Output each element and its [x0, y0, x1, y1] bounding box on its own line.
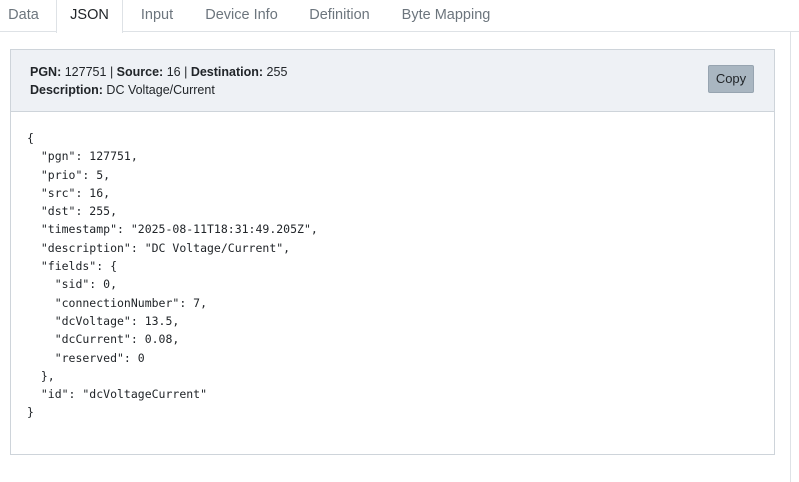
destination-value: 255: [266, 65, 288, 79]
description-label: Description:: [30, 83, 103, 97]
description-value: DC Voltage/Current: [106, 83, 215, 97]
source-label: Source:: [116, 65, 164, 79]
pgn-label: PGN:: [30, 65, 62, 79]
source-value: 16: [166, 65, 181, 79]
tab-device-info[interactable]: Device Info: [199, 0, 284, 32]
separator: |: [184, 65, 188, 79]
tab-input[interactable]: Input: [132, 0, 182, 32]
destination-label: Destination:: [190, 65, 264, 79]
json-output: { "pgn": 127751, "prio": 5, "src": 16, "…: [27, 131, 318, 420]
tab-data[interactable]: Data: [0, 0, 47, 32]
copy-button[interactable]: Copy: [708, 65, 754, 93]
tab-definition[interactable]: Definition: [301, 0, 378, 32]
tab-json[interactable]: JSON: [56, 0, 123, 33]
separator: |: [109, 65, 114, 79]
panel-right-border: [790, 32, 791, 482]
tab-bar: Data JSON Input Device Info Definition B…: [0, 0, 799, 33]
pgn-value: 127751: [64, 65, 107, 79]
message-meta: PGN: 127751 | Source: 16 | Destination: …: [30, 65, 287, 79]
message-description: Description: DC Voltage/Current: [30, 83, 215, 97]
tab-byte-mapping[interactable]: Byte Mapping: [395, 0, 497, 32]
json-card: PGN: 127751 | Source: 16 | Destination: …: [10, 49, 775, 455]
card-header: PGN: 127751 | Source: 16 | Destination: …: [11, 50, 774, 112]
